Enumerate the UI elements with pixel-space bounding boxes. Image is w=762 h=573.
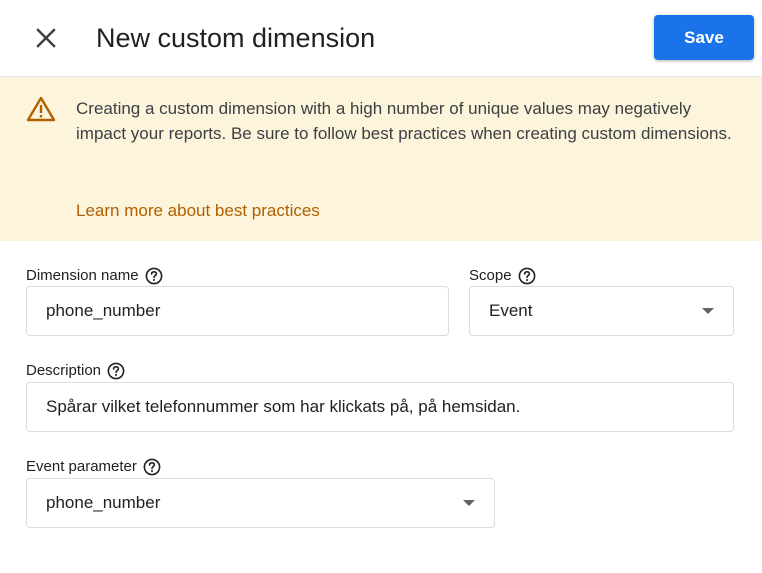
scope-label: Scope <box>469 266 536 286</box>
warning-message: Creating a custom dimension with a high … <box>76 99 732 143</box>
event-parameter-label: Event parameter <box>26 457 161 477</box>
event-parameter-select[interactable]: phone_number <box>26 478 495 528</box>
help-circle-icon[interactable] <box>145 267 163 285</box>
dimension-name-input[interactable] <box>46 301 429 321</box>
chevron-down-icon <box>702 308 714 314</box>
description-label: Description <box>26 361 125 381</box>
description-field[interactable] <box>26 382 734 432</box>
description-label-text: Description <box>26 362 102 379</box>
description-input[interactable] <box>46 397 714 417</box>
warning-banner: Creating a custom dimension with a high … <box>0 77 762 241</box>
dimension-name-label-text: Dimension name <box>26 267 139 284</box>
event-parameter-label-text: Event parameter <box>26 458 137 475</box>
learn-more-link[interactable]: Learn more about best practices <box>76 198 320 223</box>
page-title: New custom dimension <box>96 23 376 53</box>
help-circle-icon[interactable] <box>518 267 536 285</box>
close-button[interactable] <box>26 18 66 58</box>
scope-selected-value: Event <box>489 301 533 320</box>
help-circle-icon[interactable] <box>143 458 161 476</box>
dimension-name-field[interactable] <box>26 286 449 336</box>
event-parameter-selected-value: phone_number <box>46 493 161 512</box>
close-icon <box>36 28 56 48</box>
save-button[interactable]: Save <box>654 15 754 60</box>
chevron-down-icon <box>463 500 475 506</box>
scope-select[interactable]: Event <box>469 286 734 336</box>
dialog-header: New custom dimension Save <box>0 0 762 77</box>
dimension-name-label: Dimension name <box>26 266 163 286</box>
help-circle-icon[interactable] <box>107 362 125 380</box>
warning-icon <box>26 96 56 122</box>
scope-label-text: Scope <box>469 267 512 284</box>
